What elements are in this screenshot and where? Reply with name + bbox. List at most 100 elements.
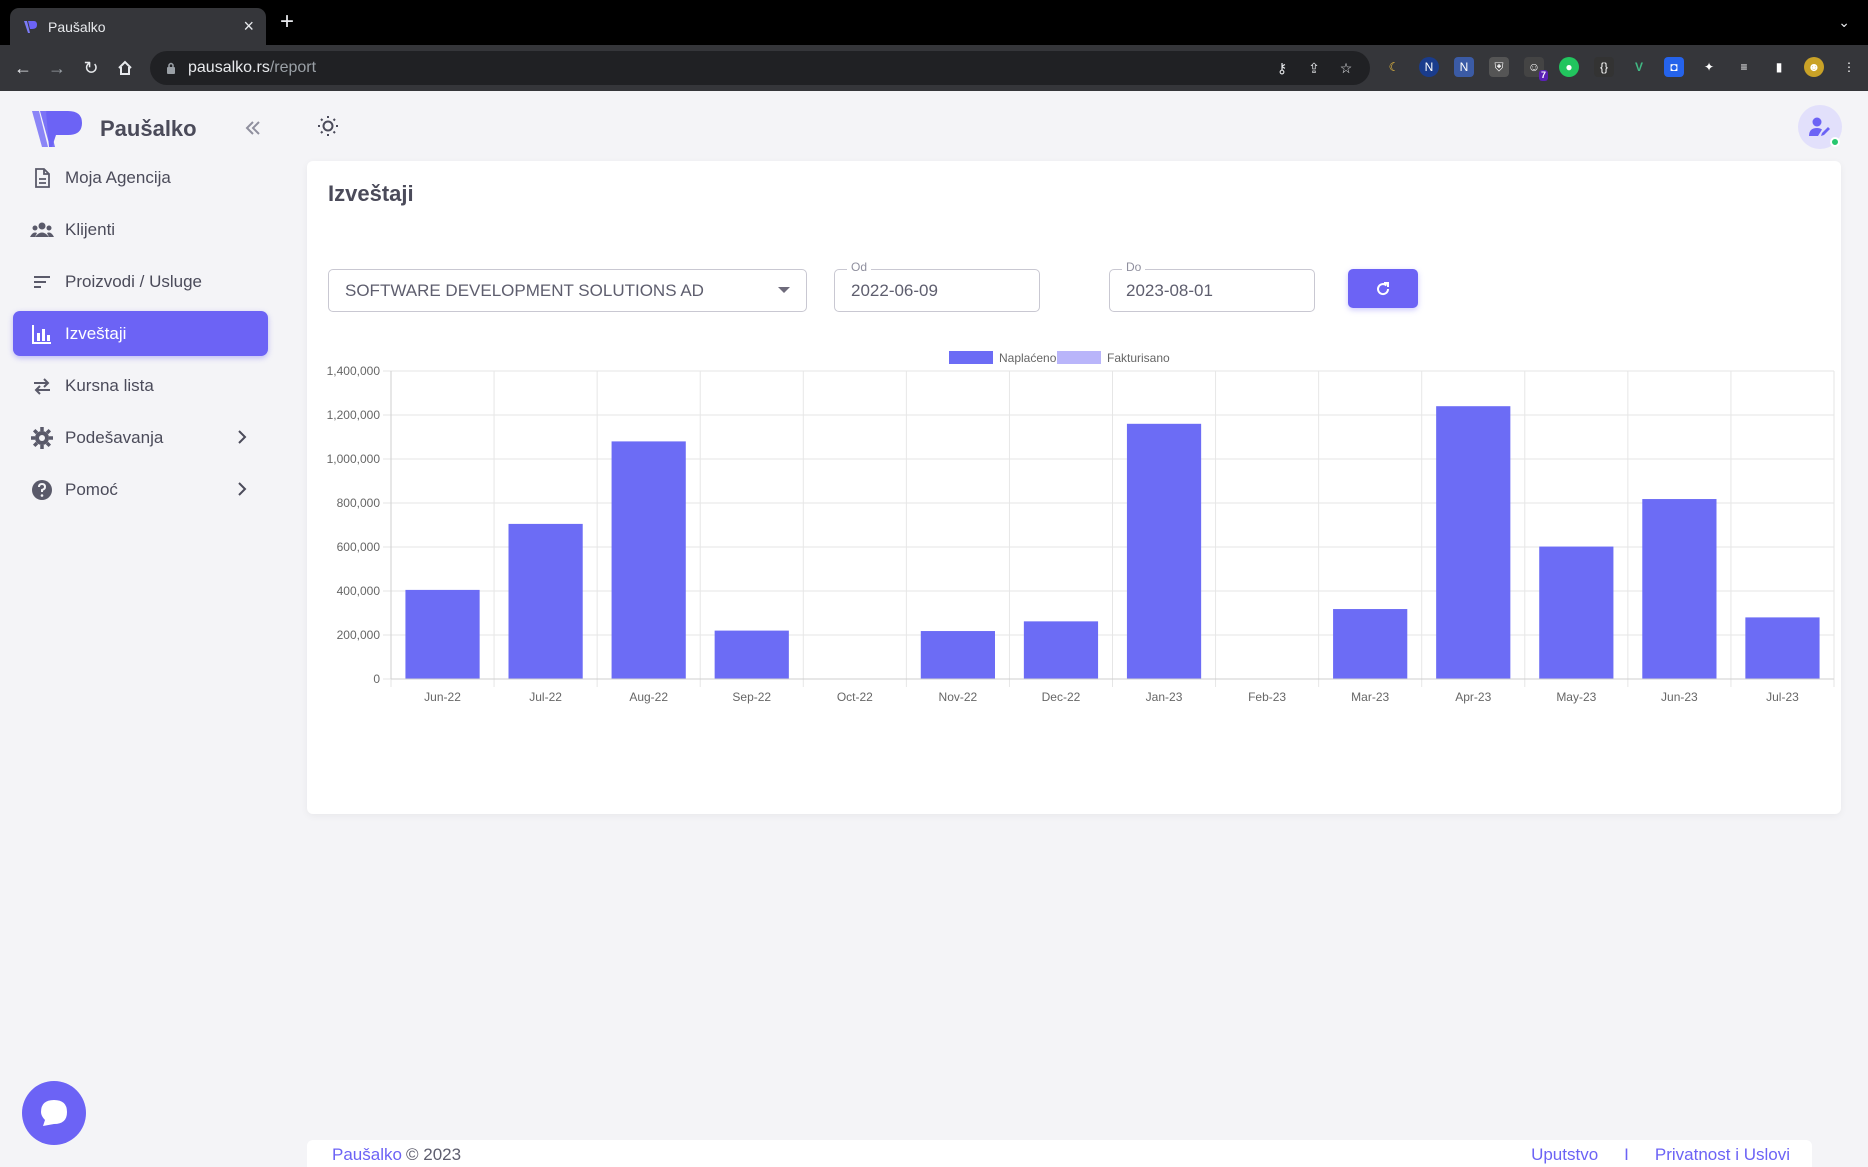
key-icon[interactable]: ⚷ (1274, 60, 1290, 76)
puzzle-icon[interactable]: ✦ (1699, 57, 1719, 77)
bar-chart-icon (32, 324, 51, 344)
vue-extension-icon[interactable]: V (1629, 57, 1649, 77)
tab-search-icon[interactable]: ⌄ (1838, 14, 1850, 31)
footer-guide-link[interactable]: Uputstvo (1531, 1145, 1598, 1165)
sidebar-item-label: Klijenti (65, 219, 116, 239)
home-icon[interactable] (114, 57, 136, 79)
x-tick-label: Feb-23 (1248, 690, 1286, 704)
extension-icon[interactable]: ◘ (1664, 57, 1684, 77)
new-tab-icon[interactable]: + (280, 10, 294, 34)
date-to-field[interactable]: Do 2023-08-01 (1109, 260, 1315, 312)
legend-label: Fakturisano (1107, 351, 1170, 365)
footer-privacy-link[interactable]: Privatnost i Uslovi (1655, 1145, 1790, 1165)
brand[interactable]: Paušalko (30, 109, 197, 149)
bar (1023, 621, 1099, 679)
date-from-field[interactable]: Od 2022-06-09 (834, 260, 1040, 312)
y-tick-label: 800,000 (337, 496, 381, 510)
y-tick-label: 400,000 (337, 584, 381, 598)
x-tick-label: Jul-23 (1766, 690, 1799, 704)
braces-extension-icon[interactable]: {} (1594, 57, 1614, 77)
sidebar-item-klijenti[interactable]: Klijenti (13, 207, 268, 252)
chevron-right-icon (238, 430, 247, 444)
exchange-icon (34, 377, 50, 395)
sidebar-item-label: Izveštaji (65, 323, 127, 343)
theme-toggle-sun-icon[interactable] (317, 115, 339, 137)
ghost-extension-icon[interactable]: ☺ 7 (1524, 57, 1548, 81)
address-bar[interactable]: pausalko.rs/report ⚷ ⇪ ☆ (150, 51, 1370, 85)
footer-brand-link[interactable]: Paušalko (332, 1145, 402, 1165)
bar (1745, 617, 1820, 679)
date-from-label: Od (847, 260, 872, 274)
revenue-bar-chart: 0 200,000 400,000 600,000 800,000 1,000,000 1,… (327, 351, 1835, 704)
shield-extension-icon[interactable]: ⛨ (1489, 57, 1509, 77)
profile-avatar-icon[interactable]: ☻ (1804, 57, 1824, 77)
sidebar-item-proizvodi-usluge[interactable]: Proizvodi / Usluge (13, 259, 268, 304)
browser-toolbar: ← → ↻ pausalko.rs/report ⚷ ⇪ ☆ ☾ N N ⛨ ☺… (0, 45, 1868, 91)
bar (508, 523, 583, 679)
report-card: Izveštaji SOFTWARE DEVELOPMENT SOLUTIONS… (307, 161, 1841, 814)
extension-icon[interactable]: ● (1559, 57, 1579, 77)
menu-kebab-icon[interactable]: ⋮ (1839, 57, 1859, 77)
y-tick-label: 1,400,000 (327, 364, 381, 378)
sidebar-item-label: Kursna lista (65, 375, 154, 395)
browser-tab[interactable]: Paušalko × (10, 8, 266, 45)
x-tick-label: Jun-23 (1661, 690, 1698, 704)
playlist-icon[interactable]: ≡ (1734, 57, 1754, 77)
chat-widget-button[interactable] (22, 1081, 86, 1145)
y-tick-label: 0 (373, 672, 380, 686)
client-select-value: SOFTWARE DEVELOPMENT SOLUTIONS AD (345, 280, 704, 300)
favicon-icon (24, 20, 37, 33)
x-tick-label: Oct-22 (837, 690, 873, 704)
share-icon[interactable]: ⇪ (1306, 60, 1322, 76)
moon-extension-icon[interactable]: ☾ (1384, 57, 1404, 77)
x-tick-label: Jun-22 (424, 690, 461, 704)
tab-close-icon[interactable]: × (243, 16, 254, 37)
sidebar-item-podesavanja[interactable]: Podešavanja (13, 415, 268, 460)
client-select[interactable]: SOFTWARE DEVELOPMENT SOLUTIONS AD (328, 269, 807, 312)
x-tick-label: Dec-22 (1042, 690, 1081, 704)
sidebar-item-pomoc[interactable]: Pomoć (13, 467, 268, 512)
bar (1539, 546, 1614, 679)
footer-copyright: © 2023 (406, 1145, 462, 1164)
back-icon[interactable]: ← (12, 57, 34, 79)
y-tick-label: 600,000 (337, 540, 381, 554)
bar (920, 631, 995, 679)
chevron-right-icon (238, 482, 247, 496)
bar (1333, 609, 1408, 679)
document-icon (35, 167, 50, 188)
x-tick-label: Jan-23 (1146, 690, 1183, 704)
sidebar-item-label: Moja Agencija (65, 167, 171, 187)
collapse-sidebar-icon[interactable] (242, 117, 264, 139)
sidebar-nav: Moja Agencija Klijenti Proizvodi / Uslug… (13, 155, 268, 519)
online-status-dot (1830, 137, 1840, 147)
reload-icon[interactable]: ↻ (80, 57, 102, 79)
extension-icon[interactable]: N (1419, 57, 1439, 77)
url-path: /report (269, 59, 317, 76)
x-tick-label: Mar-23 (1351, 690, 1389, 704)
bar (611, 441, 686, 679)
bookmark-star-icon[interactable]: ☆ (1338, 60, 1354, 76)
date-from-value: 2022-06-09 (851, 280, 938, 300)
sidebar-item-label: Pomoć (65, 479, 118, 499)
legend-swatch (949, 351, 993, 364)
sidepanel-icon[interactable]: ▮ (1769, 57, 1789, 77)
sidebar-item-kursna-lista[interactable]: Kursna lista (13, 363, 268, 408)
date-to-label: Do (1122, 260, 1146, 274)
bar (405, 589, 480, 679)
user-avatar[interactable] (1798, 105, 1842, 149)
extension-icon[interactable]: N (1454, 57, 1474, 77)
bar (1126, 423, 1202, 679)
brand-name: Paušalko (100, 116, 197, 141)
y-tick-label: 1,200,000 (327, 408, 381, 422)
footer-separator: I (1624, 1145, 1629, 1164)
forward-icon[interactable]: → (46, 57, 68, 79)
refresh-icon (1377, 281, 1390, 295)
sidebar-item-izvestaji[interactable]: Izveštaji (13, 311, 268, 356)
url-domain: pausalko.rs (188, 59, 270, 76)
browser-tab-bar: Paušalko × + ⌄ (0, 0, 1868, 45)
sidebar-item-label: Podešavanja (65, 427, 164, 447)
sidebar-item-moja-agencija[interactable]: Moja Agencija (13, 155, 268, 200)
x-tick-label: May-23 (1556, 690, 1596, 704)
footer-links: Uputstvo I Privatnost i Uslovi (1531, 1145, 1790, 1165)
refresh-button[interactable] (1348, 269, 1418, 308)
